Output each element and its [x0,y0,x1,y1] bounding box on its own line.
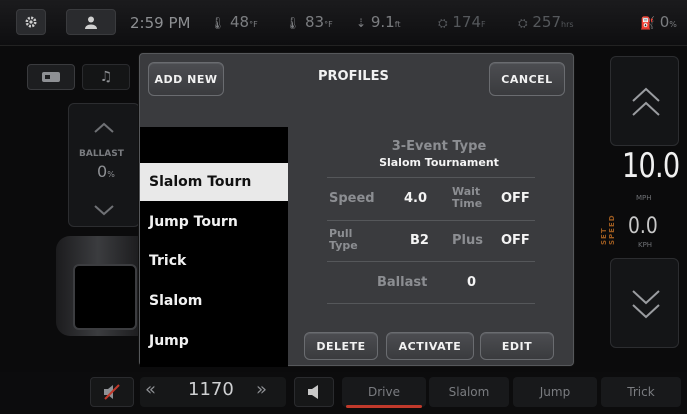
pull-type-value: B2 [410,233,429,248]
pull-type-label: Pull Type [329,227,358,252]
profile-item-jump-tourn[interactable]: Jump Tourn [140,203,288,241]
speed-value: 4.0 [404,191,428,206]
profile-list[interactable]: Slalom Tourn Jump Tourn Trick Slalom Jum… [140,127,288,367]
depth-icon: ⇣ [356,16,367,30]
thermometer-icon: 🌡 [210,16,226,30]
mph-unit: MPH [636,194,652,202]
profile-item-trick[interactable]: Trick [140,242,288,280]
cancel-button[interactable]: CANCEL [489,62,565,96]
skip-back-icon[interactable]: « [145,379,156,400]
tab-trick[interactable]: Trick [601,377,681,407]
volume-button[interactable] [294,377,334,407]
tab-drive-active-indicator [346,405,422,408]
fuel-icon: ⛽ [640,16,655,30]
skip-forward-icon[interactable]: » [256,379,267,400]
delete-button[interactable]: DELETE [304,332,378,360]
tab-jump[interactable]: Jump [513,377,597,407]
speaker-icon [308,385,318,399]
divider [327,177,535,178]
clock: 2:59 PM [130,14,191,32]
wait-time-value: OFF [501,191,530,206]
double-chevron-down-icon [632,290,660,319]
ballast-down-chevron-icon[interactable] [93,204,115,216]
divider [327,261,535,262]
water-temp-icon: 🌡 [285,16,301,30]
settings-button[interactable] [16,9,46,35]
speaker-muted-icon [104,384,120,400]
plus-label: Plus [452,233,483,248]
person-icon [85,16,97,29]
engine-temp-icon: ⛭ [438,16,448,30]
music-button[interactable]: ♫ [82,64,130,90]
set-speed-label: SET SPEED [600,214,616,245]
engine-hours-readout: ⛭ 257hrs [518,13,574,31]
profile-item-slalom[interactable]: Slalom [140,282,288,320]
camera-icon [42,72,60,82]
activate-button[interactable]: ACTIVATE [386,332,474,360]
mph-value: 10.0 [622,146,680,186]
edit-button[interactable]: EDIT [480,332,554,360]
profile-item-slalom-tourn[interactable]: Slalom Tourn [140,163,288,201]
ballast-value: 0% [97,162,115,181]
ballast-detail-value: 0 [467,275,477,290]
music-note-icon: ♫ [99,69,113,85]
water-temp-readout: 🌡 83°F [285,13,333,31]
kph-unit: KPH [638,241,653,249]
ballast-panel: BALLAST 0% [68,103,140,227]
profile-button[interactable] [66,9,116,35]
wait-time-label: Wait Time [452,185,483,210]
dialog-title: PROFILES [318,69,389,84]
ballast-up-chevron-icon[interactable] [93,122,115,134]
camera-toggle-button[interactable] [27,64,75,90]
engine-hours-icon: ⛭ [518,16,528,30]
tab-slalom[interactable]: Slalom [429,377,509,407]
event-type-label: 3-Event Type [391,139,487,154]
double-chevron-up-icon [632,87,660,116]
divider [327,303,535,304]
speed-label: Speed [329,191,375,206]
plus-value: OFF [501,233,530,248]
status-bar: 2:59 PM 🌡 48°F 🌡 83°F ⇣ 9.1ft ⛭ 174F ⛭ 2… [0,0,687,46]
speed-down-button[interactable] [610,258,679,348]
mute-button[interactable] [90,377,134,407]
profile-item-jump[interactable]: Jump [140,322,288,360]
kph-value: 0.0 [628,214,658,239]
gear-icon [25,16,37,28]
engine-temp-readout: ⛭ 174F [438,13,486,31]
camera-preview [73,264,137,330]
ballast-label: BALLAST [79,149,124,159]
ballast-detail-label: Ballast [377,275,428,290]
tab-drive[interactable]: Drive [342,377,426,407]
depth-readout: ⇣ 9.1ft [356,13,401,31]
add-new-button[interactable]: ADD NEW [148,62,224,96]
divider [327,220,535,221]
fuel-readout: ⛽ 0% [640,13,677,31]
rpm-value: 1170 [188,379,234,400]
air-temp-readout: 🌡 48°F [210,13,258,31]
speed-up-button[interactable] [610,56,679,146]
event-name: Slalom Tournament [379,156,499,169]
